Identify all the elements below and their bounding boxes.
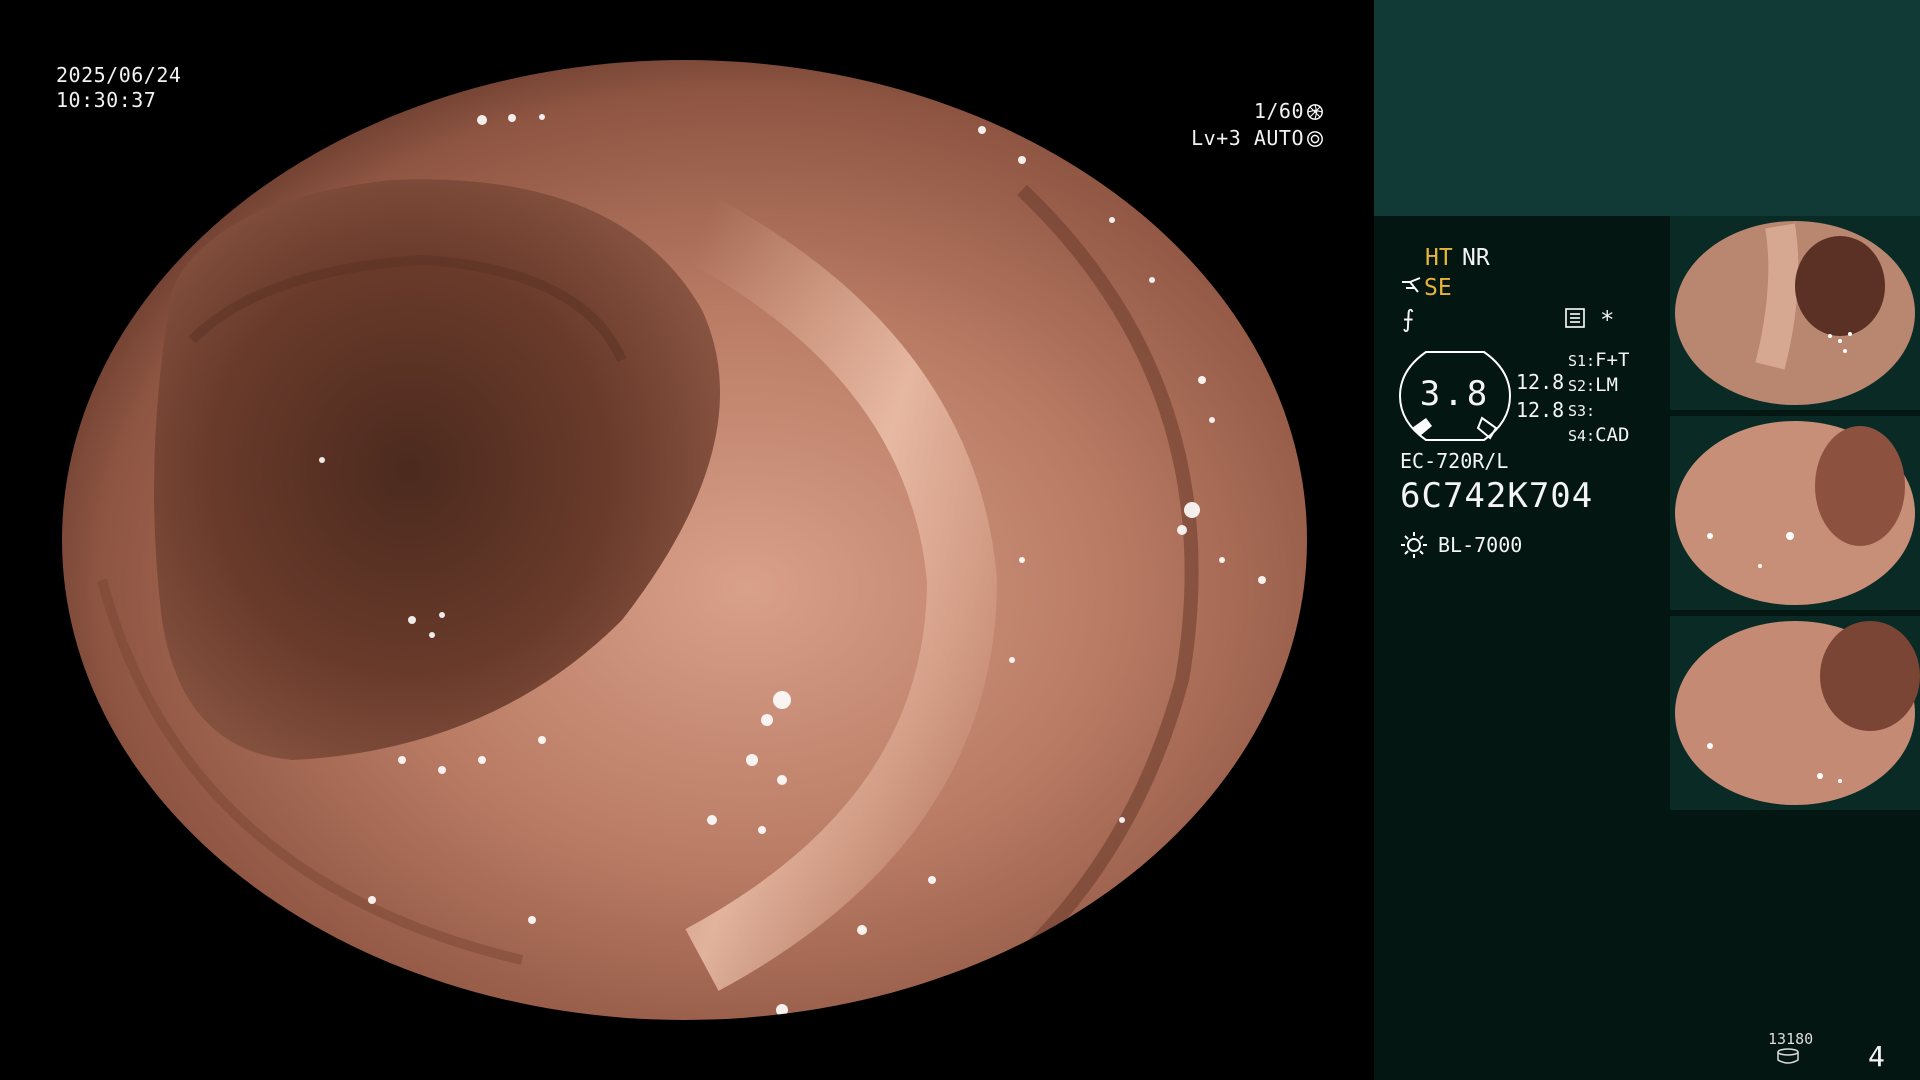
scope-model: EC-720R/L (1400, 449, 1509, 473)
osd-date: 2025/06/24 (56, 63, 182, 87)
switch-s2-value: LM (1595, 374, 1618, 396)
lamp-icon (1401, 532, 1427, 558)
capture-thumbnail-2[interactable] (1670, 416, 1920, 610)
endoscope-image (62, 60, 1307, 1020)
switch-s1-key: S1: (1568, 352, 1596, 370)
capture-thumbnail-1[interactable] (1670, 216, 1920, 410)
iris-icon (1307, 131, 1323, 147)
mode-nr: NR (1462, 245, 1490, 271)
switch-s1: S1:F+T (1568, 348, 1629, 373)
switch-s1-value: F+T (1595, 349, 1630, 371)
osd-level: Lv+3 AUTO (1191, 126, 1324, 151)
osd-shutter-value: 1/60 (1253, 99, 1304, 123)
switch-s4: S4:CAD (1568, 423, 1629, 448)
light-source: BL-7000 (1438, 533, 1523, 557)
switch-s4-value: CAD (1595, 424, 1630, 446)
menu-icon (1565, 308, 1585, 328)
panel-header (1374, 0, 1920, 216)
scope-serial: 6C742K704 (1400, 476, 1594, 516)
mode-ht: HT (1425, 245, 1453, 271)
osd-shutter: 1/60 (1254, 99, 1324, 124)
structure-enhance-icon (1402, 277, 1421, 293)
zoom-readout-a: 12.8 (1516, 370, 1565, 394)
zoom-value: 3.8 (1419, 374, 1491, 414)
asterisk-indicator: * (1600, 306, 1615, 334)
switch-s2-key: S2: (1568, 377, 1596, 395)
color-enhance-icon: ⨍ (1402, 305, 1415, 333)
switch-s3-key: S3: (1568, 402, 1596, 420)
page-number: 4 (1868, 1040, 1885, 1073)
capture-thumbnail-3[interactable] (1670, 616, 1920, 810)
osd-level-value: Lv+3 AUTO (1191, 126, 1304, 150)
capture-counter: 13180 (1768, 1030, 1814, 1048)
mode-se: SE (1424, 275, 1452, 301)
switch-s2: S2:LM (1568, 373, 1618, 398)
zoom-readout-b: 12.8 (1516, 398, 1565, 422)
storage-icon (1777, 1048, 1799, 1064)
switch-s3: S3: (1568, 398, 1595, 423)
switch-s4-key: S4: (1568, 427, 1596, 445)
shutter-icon (1307, 104, 1323, 120)
osd-time: 10:30:37 (56, 88, 157, 112)
